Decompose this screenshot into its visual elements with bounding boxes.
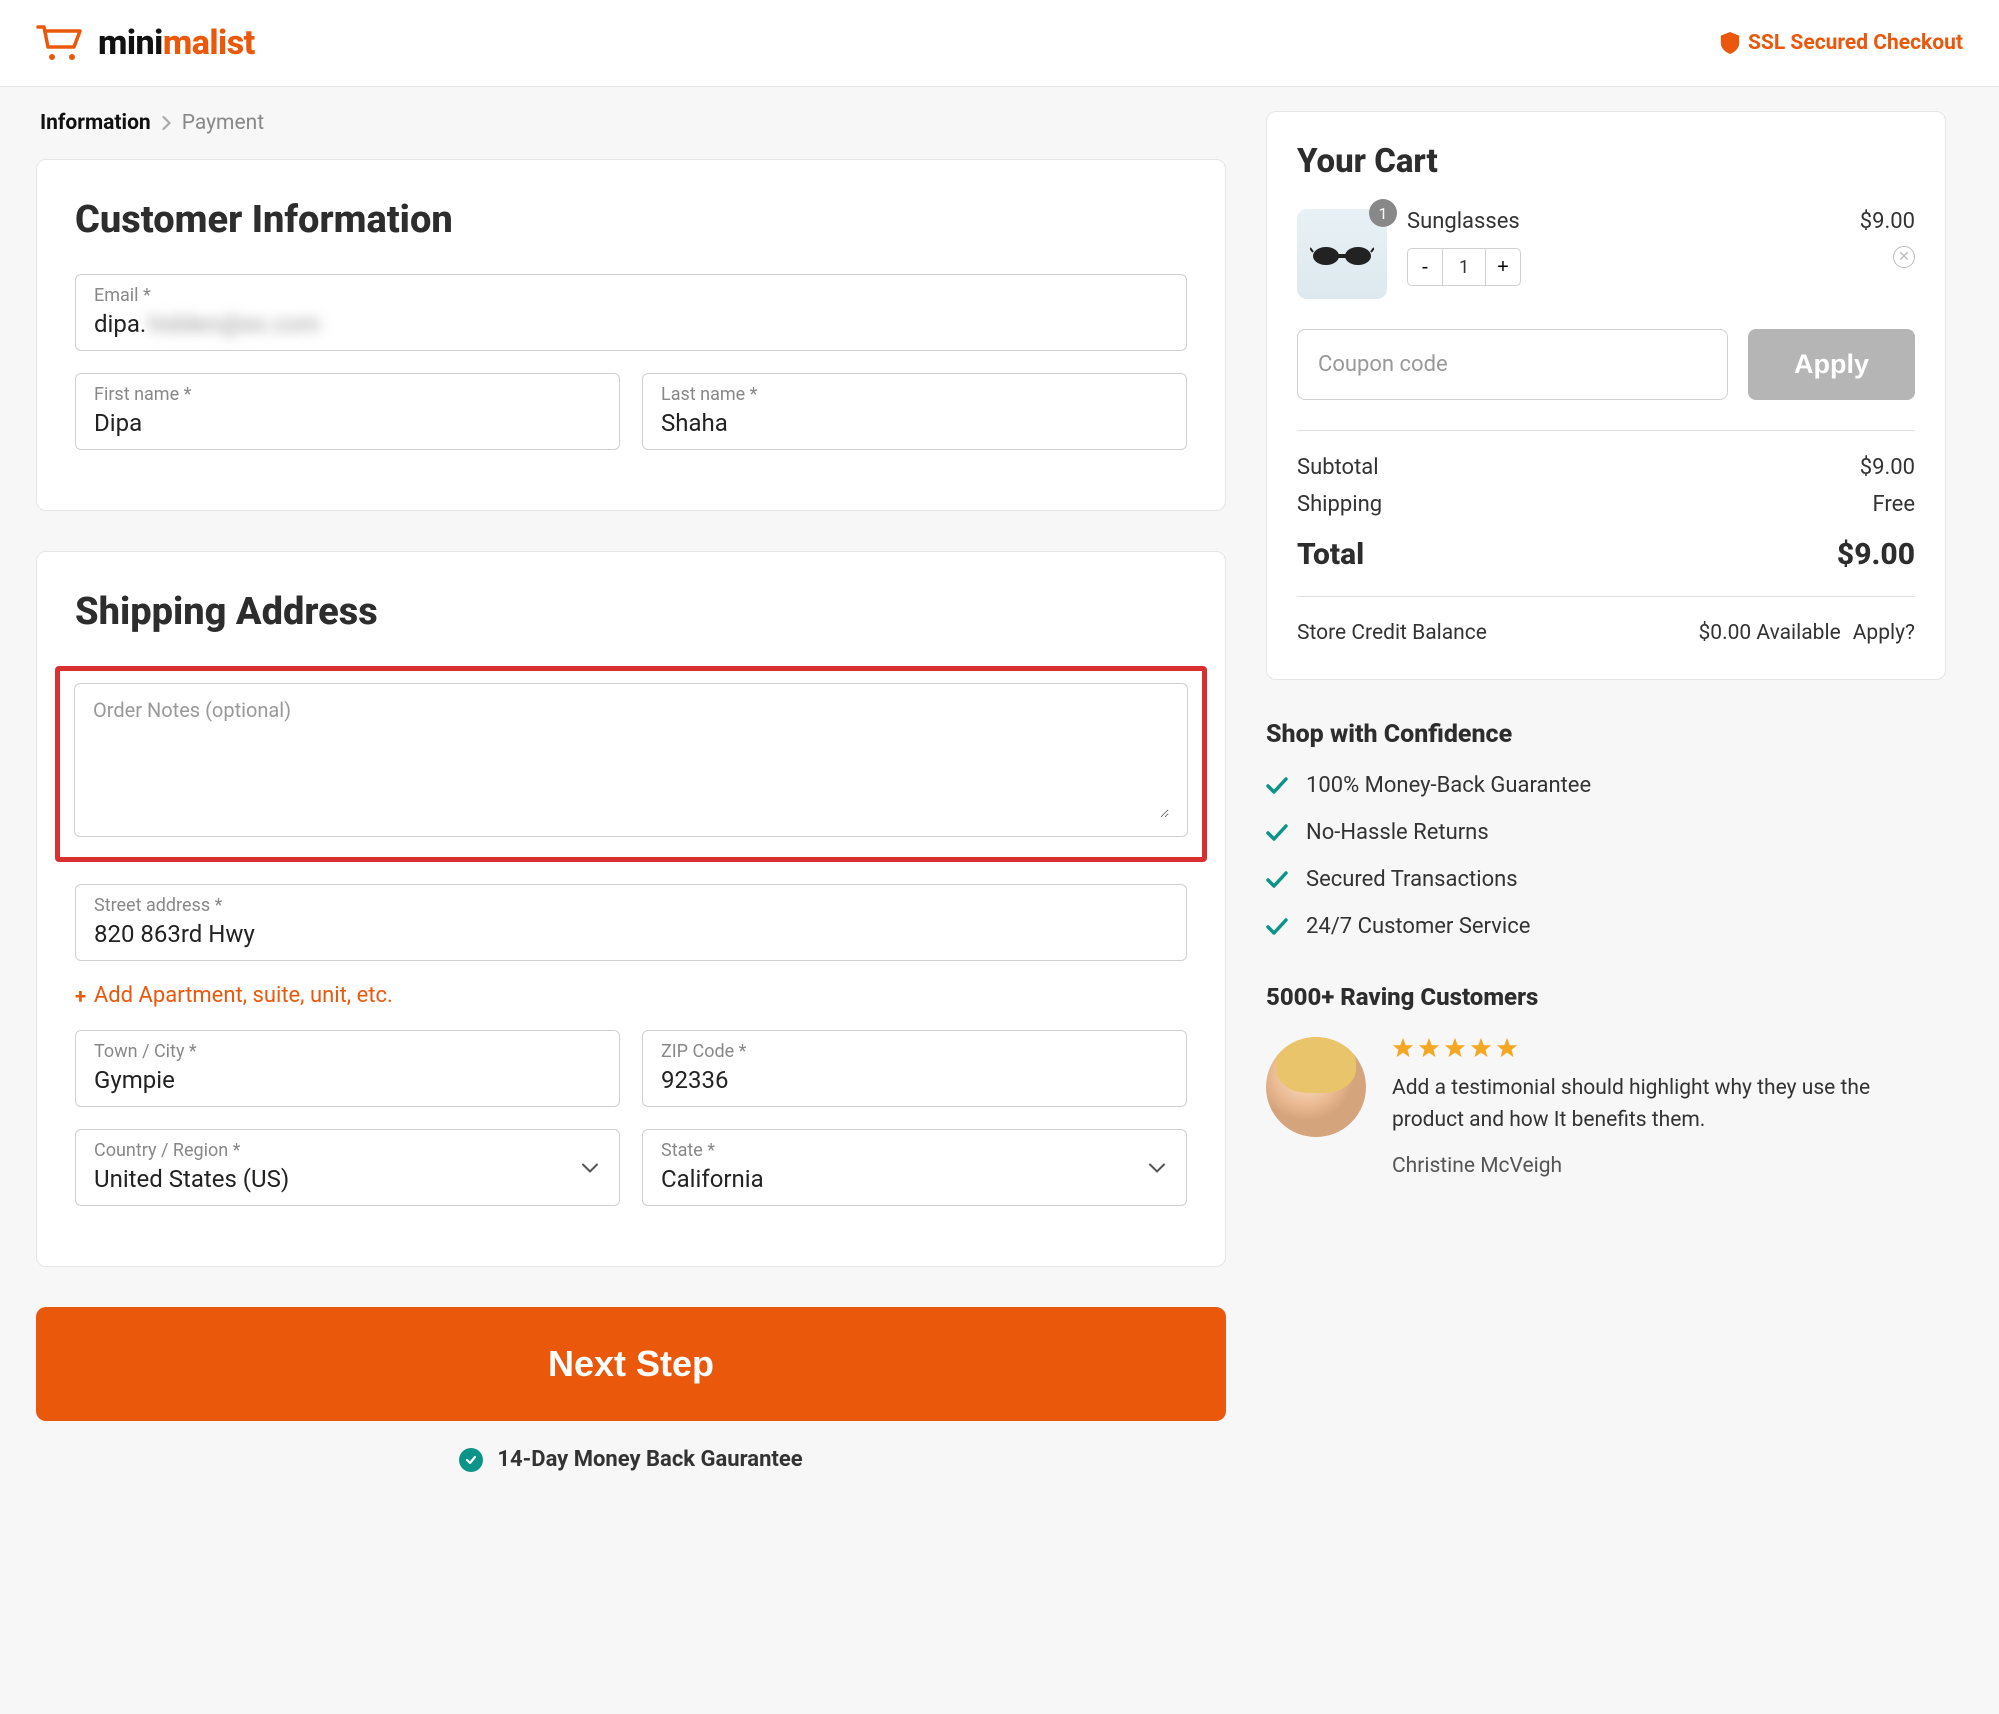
shipping-row: ShippingFree bbox=[1297, 492, 1915, 517]
subtotal-row: Subtotal$9.00 bbox=[1297, 455, 1915, 480]
avatar bbox=[1266, 1037, 1366, 1137]
quantity-stepper: - 1 + bbox=[1407, 248, 1840, 286]
star-icon bbox=[1444, 1037, 1466, 1059]
apply-credit-link[interactable]: Apply? bbox=[1853, 621, 1915, 645]
state-select[interactable]: State * California bbox=[642, 1129, 1187, 1206]
next-step-button[interactable]: Next Step bbox=[36, 1307, 1226, 1421]
check-icon bbox=[1266, 918, 1288, 936]
divider bbox=[1297, 430, 1915, 431]
order-notes-highlight bbox=[55, 666, 1207, 862]
apply-coupon-button[interactable]: Apply bbox=[1748, 329, 1915, 400]
confidence-list: 100% Money-Back Guarantee No-Hassle Retu… bbox=[1266, 773, 1946, 939]
last-name-field[interactable]: Last name * bbox=[642, 373, 1187, 450]
street-input[interactable] bbox=[94, 920, 1168, 948]
first-name-field[interactable]: First name * bbox=[75, 373, 620, 450]
shipping-address-card: Shipping Address Street address * + Add … bbox=[36, 551, 1226, 1267]
ssl-badge: SSL Secured Checkout bbox=[1720, 31, 1963, 55]
breadcrumb: Information Payment bbox=[40, 111, 1226, 135]
total-row: Total$9.00 bbox=[1297, 537, 1915, 572]
testimonial-author: Christine McVeigh bbox=[1392, 1154, 1946, 1178]
check-icon bbox=[1266, 824, 1288, 842]
customer-info-title: Customer Information bbox=[75, 198, 1187, 242]
confidence-item: 100% Money-Back Guarantee bbox=[1266, 773, 1946, 798]
check-circle-icon bbox=[459, 1448, 483, 1472]
add-apartment-link[interactable]: + Add Apartment, suite, unit, etc. bbox=[75, 983, 1187, 1008]
qty-increase-button[interactable]: + bbox=[1485, 248, 1521, 286]
star-rating bbox=[1392, 1037, 1946, 1059]
qty-decrease-button[interactable]: - bbox=[1407, 248, 1443, 286]
breadcrumb-current: Information bbox=[40, 111, 151, 135]
star-icon bbox=[1470, 1037, 1492, 1059]
testimonial: Add a testimonial should highlight why t… bbox=[1266, 1037, 1946, 1178]
remove-item-button[interactable]: ✕ bbox=[1893, 246, 1915, 268]
breadcrumb-next: Payment bbox=[182, 111, 264, 135]
city-field[interactable]: Town / City * bbox=[75, 1030, 620, 1107]
cart-qty-badge: 1 bbox=[1369, 199, 1397, 227]
sunglasses-icon bbox=[1310, 242, 1374, 266]
star-icon bbox=[1392, 1037, 1414, 1059]
cart-item: 1 Sunglasses - 1 + bbox=[1297, 209, 1915, 299]
header: minimalist SSL Secured Checkout bbox=[0, 0, 1999, 87]
confidence-item: No-Hassle Returns bbox=[1266, 820, 1946, 845]
street-field[interactable]: Street address * bbox=[75, 884, 1187, 961]
email-label: Email * bbox=[94, 285, 1168, 306]
raving-title: 5000+ Raving Customers bbox=[1266, 983, 1946, 1011]
cart-item-price: $9.00 bbox=[1860, 209, 1915, 234]
order-notes-input[interactable] bbox=[93, 698, 1169, 818]
shield-icon bbox=[1720, 32, 1740, 54]
brand-logo[interactable]: minimalist bbox=[36, 22, 255, 64]
testimonial-text: Add a testimonial should highlight why t… bbox=[1392, 1073, 1946, 1136]
divider bbox=[1297, 596, 1915, 597]
city-input[interactable] bbox=[94, 1066, 601, 1094]
order-notes-field[interactable] bbox=[74, 683, 1188, 837]
cart-item-thumb: 1 bbox=[1297, 209, 1387, 299]
cart-card: Your Cart 1 Sunglasses - bbox=[1266, 111, 1946, 680]
brand-text: minimalist bbox=[98, 23, 255, 63]
star-icon bbox=[1496, 1037, 1518, 1059]
zip-field[interactable]: ZIP Code * bbox=[642, 1030, 1187, 1107]
email-field[interactable]: Email * dipa.hidden@ex.com bbox=[75, 274, 1187, 351]
chevron-right-icon bbox=[161, 115, 172, 131]
first-name-input[interactable] bbox=[94, 409, 601, 437]
cart-item-name: Sunglasses bbox=[1407, 209, 1840, 234]
qty-value: 1 bbox=[1443, 248, 1485, 286]
confidence-item: 24/7 Customer Service bbox=[1266, 914, 1946, 939]
country-select[interactable]: Country / Region * United States (US) bbox=[75, 1129, 620, 1206]
shipping-title: Shipping Address bbox=[75, 590, 1187, 634]
coupon-input[interactable] bbox=[1297, 329, 1728, 400]
store-credit-row: Store Credit Balance $0.00 Available App… bbox=[1297, 621, 1915, 645]
last-name-input[interactable] bbox=[661, 409, 1168, 437]
plus-icon: + bbox=[75, 984, 86, 1008]
guarantee-note: 14-Day Money Back Gaurantee bbox=[36, 1447, 1226, 1472]
zip-input[interactable] bbox=[661, 1066, 1168, 1094]
star-icon bbox=[1418, 1037, 1440, 1059]
cart-title: Your Cart bbox=[1297, 142, 1915, 181]
confidence-item: Secured Transactions bbox=[1266, 867, 1946, 892]
check-icon bbox=[1266, 871, 1288, 889]
confidence-title: Shop with Confidence bbox=[1266, 720, 1946, 749]
cart-icon bbox=[36, 22, 84, 64]
customer-info-card: Customer Information Email * dipa.hidden… bbox=[36, 159, 1226, 511]
check-icon bbox=[1266, 777, 1288, 795]
